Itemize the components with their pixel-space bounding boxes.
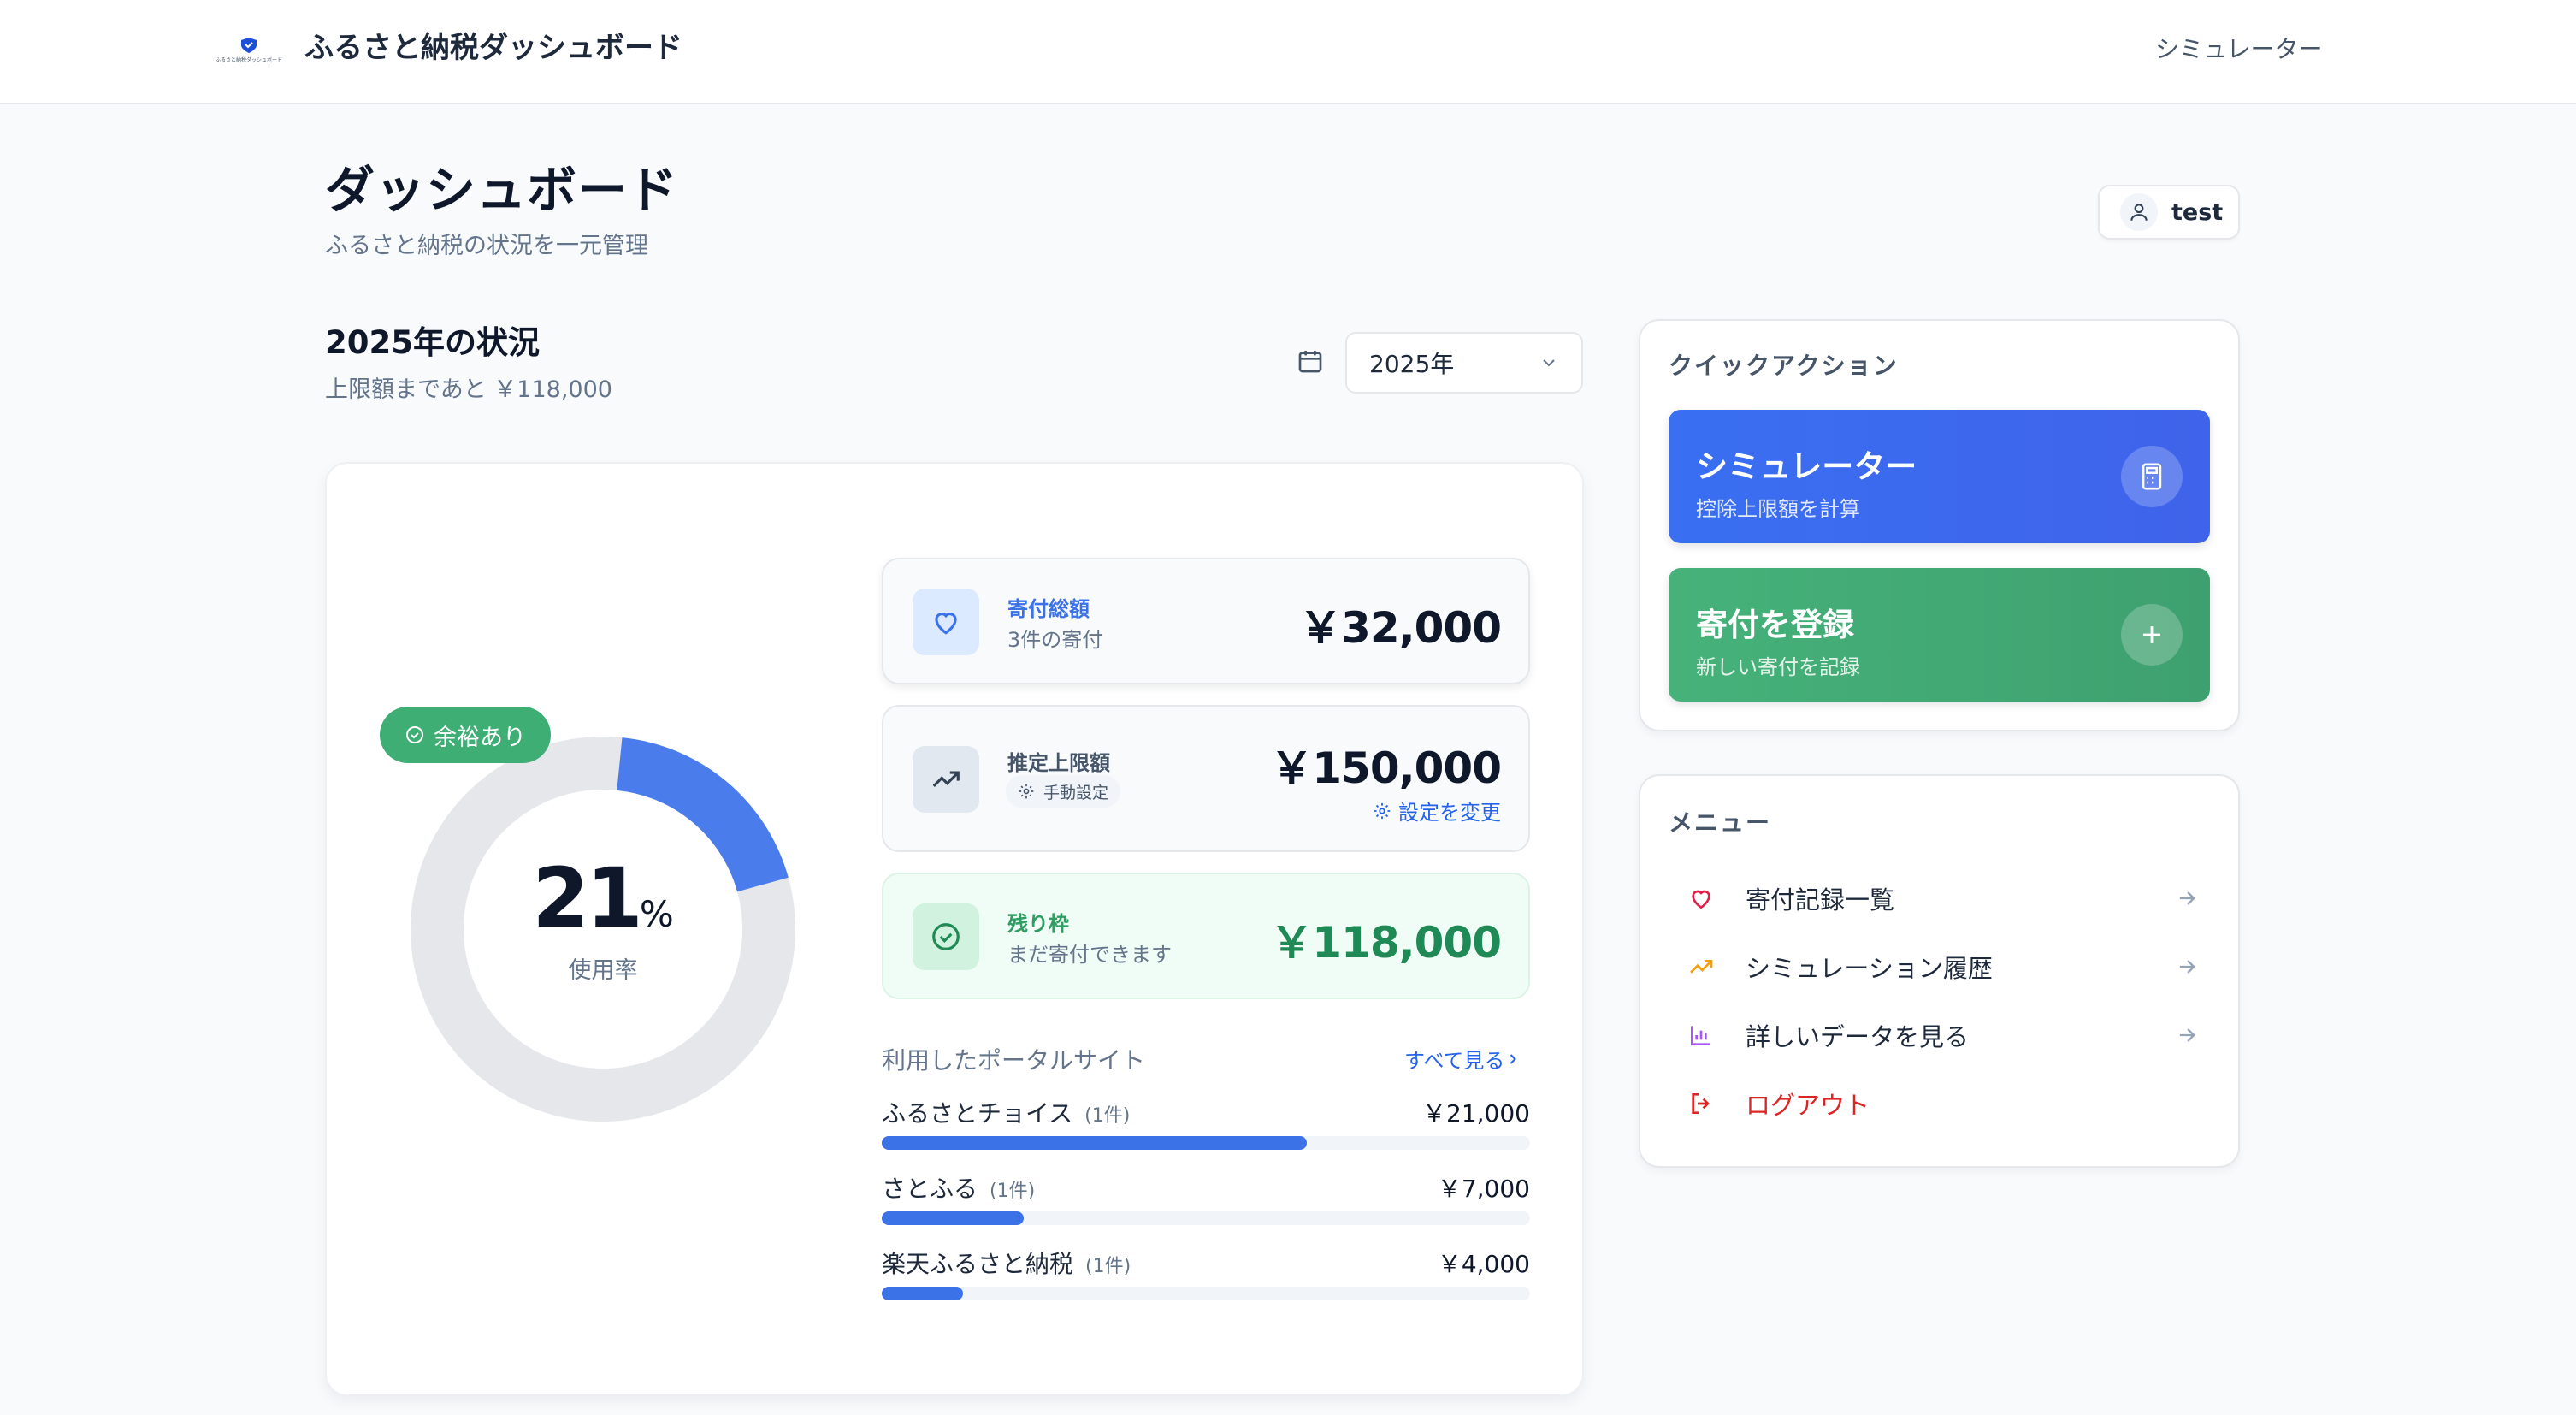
status-badge-label: 余裕あり — [434, 724, 526, 751]
year-select-value: 2025年 — [1369, 350, 1455, 378]
manual-setting-tag: 手動設定 — [1006, 775, 1121, 808]
menu-item-detailed-data[interactable]: 詳しいデータを見る — [1686, 1009, 2199, 1061]
top-navbar: ふるさと納税ダッシュボード ふるさと納税ダッシュボード シミュレーター — [0, 0, 2576, 104]
heart-icon — [1686, 885, 1716, 912]
portal-amount: ￥21,000 — [1422, 1099, 1530, 1128]
see-all-label: すべて見る — [1404, 1049, 1505, 1073]
portal-bar-fill — [882, 1136, 1308, 1150]
portal-name: ふるさとチョイス (1件) — [882, 1095, 1130, 1129]
simulator-button[interactable]: シミュレーター 控除上限額を計算 — [1669, 410, 2210, 543]
user-menu-button[interactable]: test — [2098, 185, 2240, 240]
manual-setting-label: 手動設定 — [1043, 783, 1109, 802]
portals-heading: 利用したポータルサイト — [882, 1046, 1146, 1075]
user-name: test — [2171, 198, 2224, 226]
year-select[interactable]: 2025年 — [1345, 332, 1583, 394]
see-all-link[interactable]: すべて見る — [1404, 1044, 1521, 1074]
limit-card: 推定上限額 ￥150,000 設定を変更 — [882, 705, 1530, 852]
quick-actions-title: クイックアクション — [1669, 352, 1899, 380]
portal-bar-fill — [882, 1287, 963, 1300]
portal-count: (1件) — [1085, 1256, 1131, 1277]
shield-logo-icon — [241, 37, 257, 53]
donation-total-label: 寄付総額 — [1007, 597, 1090, 621]
page-subtitle: ふるさと納税の状況を一元管理 — [325, 233, 648, 259]
bar-chart-icon — [1686, 1021, 1716, 1049]
change-settings-link[interactable]: 設定を変更 — [1373, 796, 1501, 826]
portal-bar-track — [882, 1136, 1530, 1150]
usage-percent-value: 21 — [532, 850, 643, 946]
register-button-title: 寄付を登録 — [1696, 607, 1854, 643]
arrow-right-icon — [2179, 960, 2195, 974]
menu-item-donation-list[interactable]: 寄付記録一覧 — [1686, 873, 2199, 924]
limit-label: 推定上限額 — [1007, 751, 1110, 775]
menu-item-logout[interactable]: ログアウト — [1686, 1078, 2199, 1129]
logout-icon — [1686, 1090, 1716, 1117]
register-donation-button[interactable]: 寄付を登録 新しい寄付を記録 — [1669, 568, 2210, 702]
status-title: 2025年の状況 — [325, 324, 540, 361]
menu-title: メニュー — [1669, 808, 1772, 837]
logo-text: ふるさと納税ダッシュボード — [216, 56, 283, 63]
calculator-icon — [2121, 446, 2183, 507]
plus-icon — [2121, 604, 2183, 666]
app-logo[interactable]: ふるさと納税ダッシュボード — [216, 29, 283, 70]
arrow-right-icon — [2179, 891, 2195, 905]
remaining-card: 残り枠 まだ寄付できます ￥118,000 — [882, 873, 1530, 999]
menu-item-label: 詳しいデータを見る — [1746, 1022, 1970, 1051]
remaining-sub: まだ寄付できます — [1007, 943, 1172, 967]
remaining-value: ￥118,000 — [1270, 918, 1502, 968]
menu-item-simulation-history[interactable]: シミュレーション履歴 — [1686, 941, 2199, 992]
arrow-right-icon — [2179, 1028, 2195, 1042]
app-title[interactable]: ふるさと納税ダッシュボード — [304, 27, 682, 68]
user-icon — [2120, 193, 2158, 231]
simulator-button-sub: 控除上限額を計算 — [1696, 497, 1860, 521]
portal-amount: ￥4,000 — [1437, 1250, 1530, 1278]
usage-label: 使用率 — [568, 957, 638, 984]
chevron-right-icon — [1510, 1053, 1517, 1064]
portal-name-label: 楽天ふるさと納税 — [882, 1250, 1074, 1278]
trending-up-icon — [1686, 953, 1716, 980]
limit-value: ￥150,000 — [1270, 743, 1502, 793]
status-badge: 余裕あり — [380, 707, 551, 763]
trending-up-icon — [913, 746, 979, 813]
gear-icon — [1019, 784, 1034, 799]
calendar-icon — [1297, 347, 1324, 375]
menu-item-label: 寄付記録一覧 — [1746, 885, 1895, 915]
portal-bar-track — [882, 1211, 1530, 1225]
portal-amount: ￥7,000 — [1437, 1175, 1530, 1203]
usage-percent: 21% — [479, 856, 727, 965]
check-circle-icon — [913, 903, 979, 970]
menu-item-label: シミュレーション履歴 — [1746, 954, 1993, 983]
portal-bar-track — [882, 1287, 1530, 1300]
page-title: ダッシュボード — [325, 161, 679, 219]
donation-total-value: ￥32,000 — [1299, 603, 1502, 653]
portal-name-label: さとふる — [882, 1175, 978, 1203]
portal-count: (1件) — [990, 1181, 1036, 1202]
check-circle-icon — [406, 726, 423, 743]
portal-name: さとふる (1件) — [882, 1170, 1035, 1205]
usage-percent-unit: % — [639, 893, 674, 935]
donation-count: 3件の寄付 — [1007, 628, 1103, 652]
portal-bar-fill — [882, 1211, 1024, 1225]
register-button-sub: 新しい寄付を記録 — [1696, 655, 1860, 679]
gear-icon — [1374, 802, 1391, 819]
portal-name-label: ふるさとチョイス — [882, 1099, 1073, 1128]
portal-name: 楽天ふるさと納税 (1件) — [882, 1246, 1131, 1280]
portal-count: (1件) — [1084, 1105, 1131, 1127]
simulator-button-title: シミュレーター — [1696, 448, 1917, 485]
menu-item-label: ログアウト — [1746, 1091, 1870, 1120]
remaining-label: 残り枠 — [1007, 912, 1069, 936]
heart-icon — [913, 589, 979, 655]
donation-total-card[interactable]: 寄付総額 3件の寄付 ￥32,000 — [882, 558, 1530, 684]
status-subtitle: 上限額まであと ￥118,000 — [325, 376, 612, 403]
change-settings-label: 設定を変更 — [1398, 801, 1501, 825]
chevron-down-icon — [1543, 359, 1555, 367]
nav-simulator-link[interactable]: シミュレーター — [2155, 33, 2322, 67]
